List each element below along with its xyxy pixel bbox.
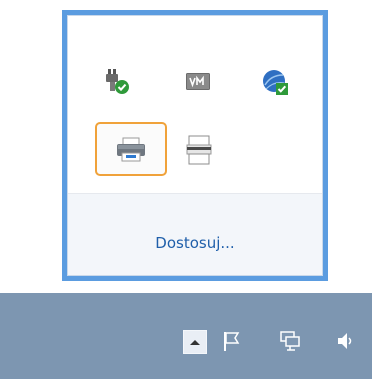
document-printer-icon[interactable] [179,130,219,170]
usb-safely-remove-icon[interactable] [97,62,137,102]
chevron-up-icon [190,340,200,345]
notification-overflow-popup: Dostosuj... [62,10,328,281]
volume-icon[interactable] [334,329,356,353]
network-security-icon[interactable] [255,62,295,102]
popup-footer: Dostosuj... [68,194,322,275]
network-icon[interactable] [278,329,304,353]
popup-frame: Dostosuj... [67,15,323,276]
tray-icon-grid [68,16,322,194]
vmware-tools-icon[interactable] [178,62,218,102]
action-center-flag-icon[interactable] [220,329,244,353]
printer-icon[interactable] [95,122,167,176]
taskbar [0,293,372,379]
customize-link[interactable]: Dostosuj... [68,234,322,252]
show-hidden-icons-button[interactable] [183,330,207,354]
